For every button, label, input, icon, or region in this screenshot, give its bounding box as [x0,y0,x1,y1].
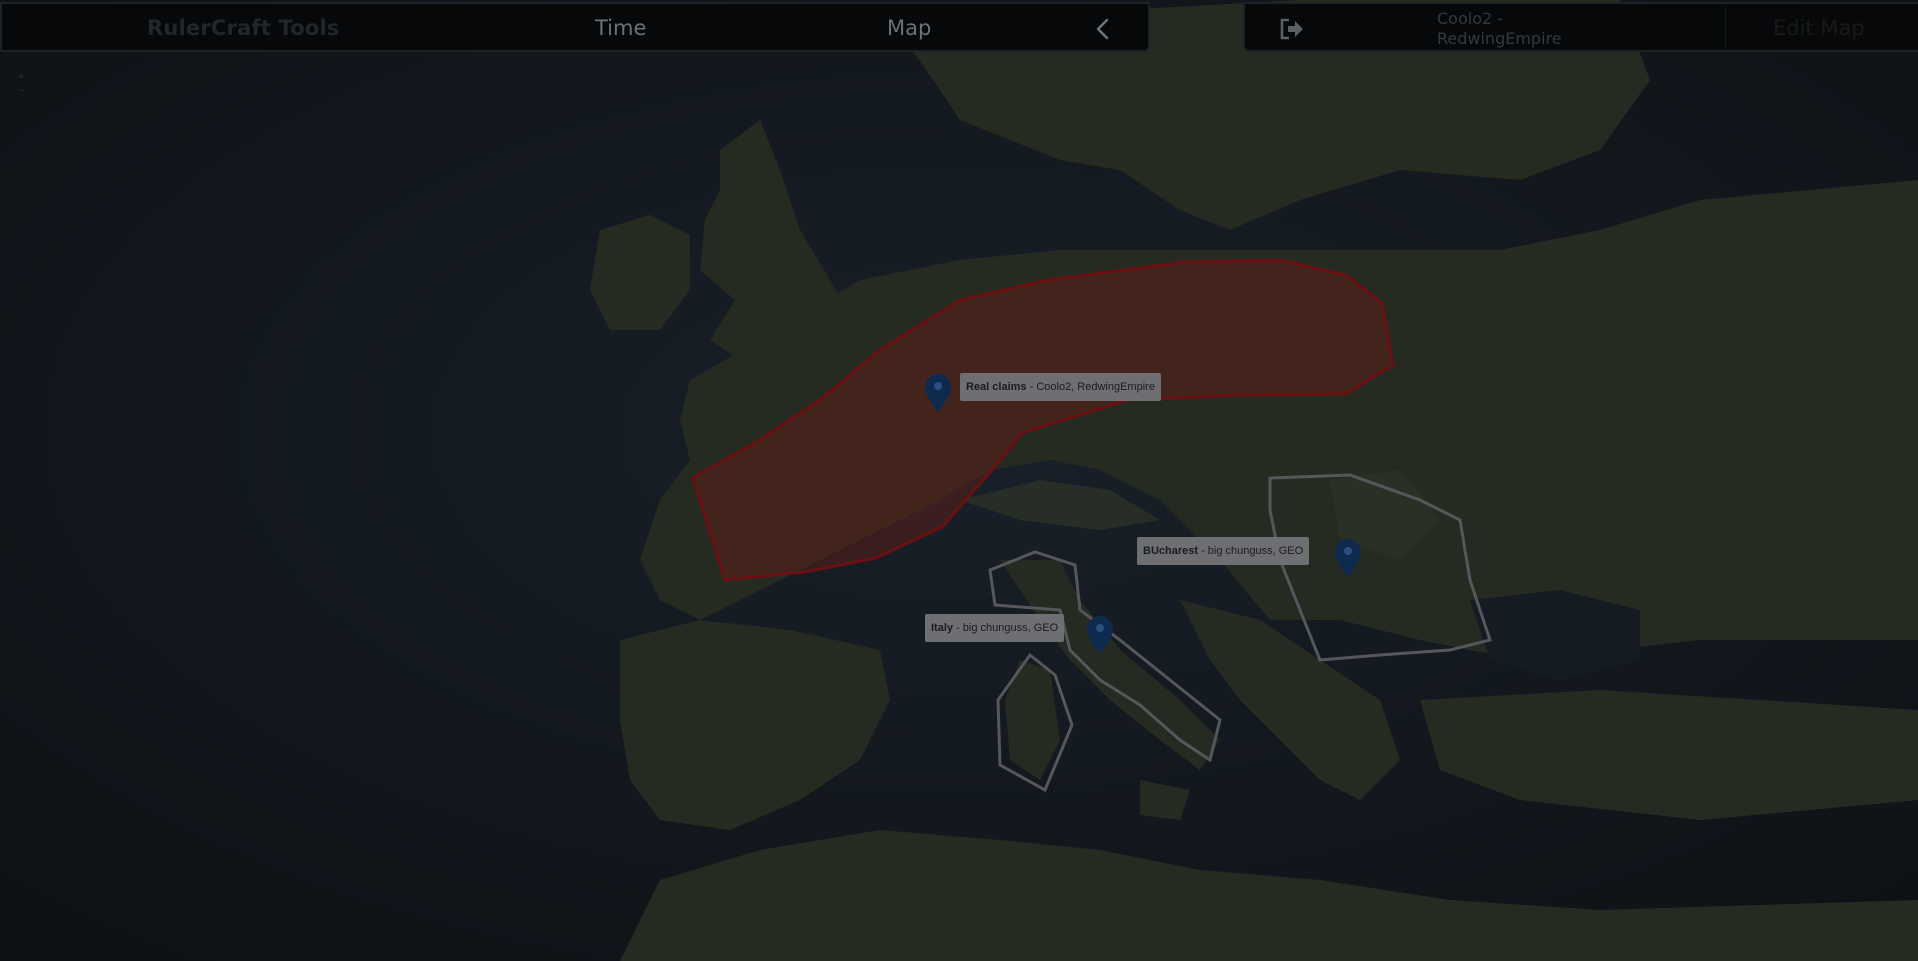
marker-label-italy[interactable]: Italy - big chunguss, GEO [925,614,1065,642]
marker-title: BUcharest [1143,545,1199,557]
current-user[interactable]: Coolo2 - RedwingEmpire [1437,9,1562,49]
top-nav-bar: RulerCraft Tools Time Map [0,2,1150,52]
marker-owners: - Coolo2, RedwingEmpire [1026,381,1155,393]
sign-out-icon[interactable] [1279,17,1305,41]
marker-title: Real claims [966,381,1027,393]
user-bar: Coolo2 - RedwingEmpire Edit Map [1243,2,1918,52]
map-marker-pin-icon[interactable] [925,374,951,412]
nav-map[interactable]: Map [887,16,931,40]
zoom-in-button[interactable]: + [18,70,24,84]
divider [1725,6,1726,50]
marker-title: Italy [931,622,954,634]
marker-label-bucharest[interactable]: BUcharest - big chunguss, GEO [1137,537,1310,565]
world-map[interactable] [0,0,1918,961]
brand-title[interactable]: RulerCraft Tools [147,16,340,40]
marker-owners: - big chunguss, GEO [1198,545,1304,557]
zoom-out-button[interactable]: − [18,84,24,98]
chevron-left-icon[interactable] [1090,16,1116,42]
user-name: Coolo2 - [1437,9,1504,28]
map-viewport[interactable]: + − Real claims - Coolo2, RedwingEmpire … [0,0,1918,961]
zoom-controls[interactable]: + − [18,70,24,98]
marker-label-real-claims[interactable]: Real claims - Coolo2, RedwingEmpire [960,373,1161,401]
nav-time[interactable]: Time [595,16,646,40]
edit-map-button[interactable]: Edit Map [1773,16,1865,40]
user-nation: RedwingEmpire [1437,29,1562,48]
map-marker-pin-icon[interactable] [1087,616,1113,654]
marker-owners: - big chunguss, GEO [953,622,1059,634]
map-marker-pin-icon[interactable] [1335,539,1361,577]
